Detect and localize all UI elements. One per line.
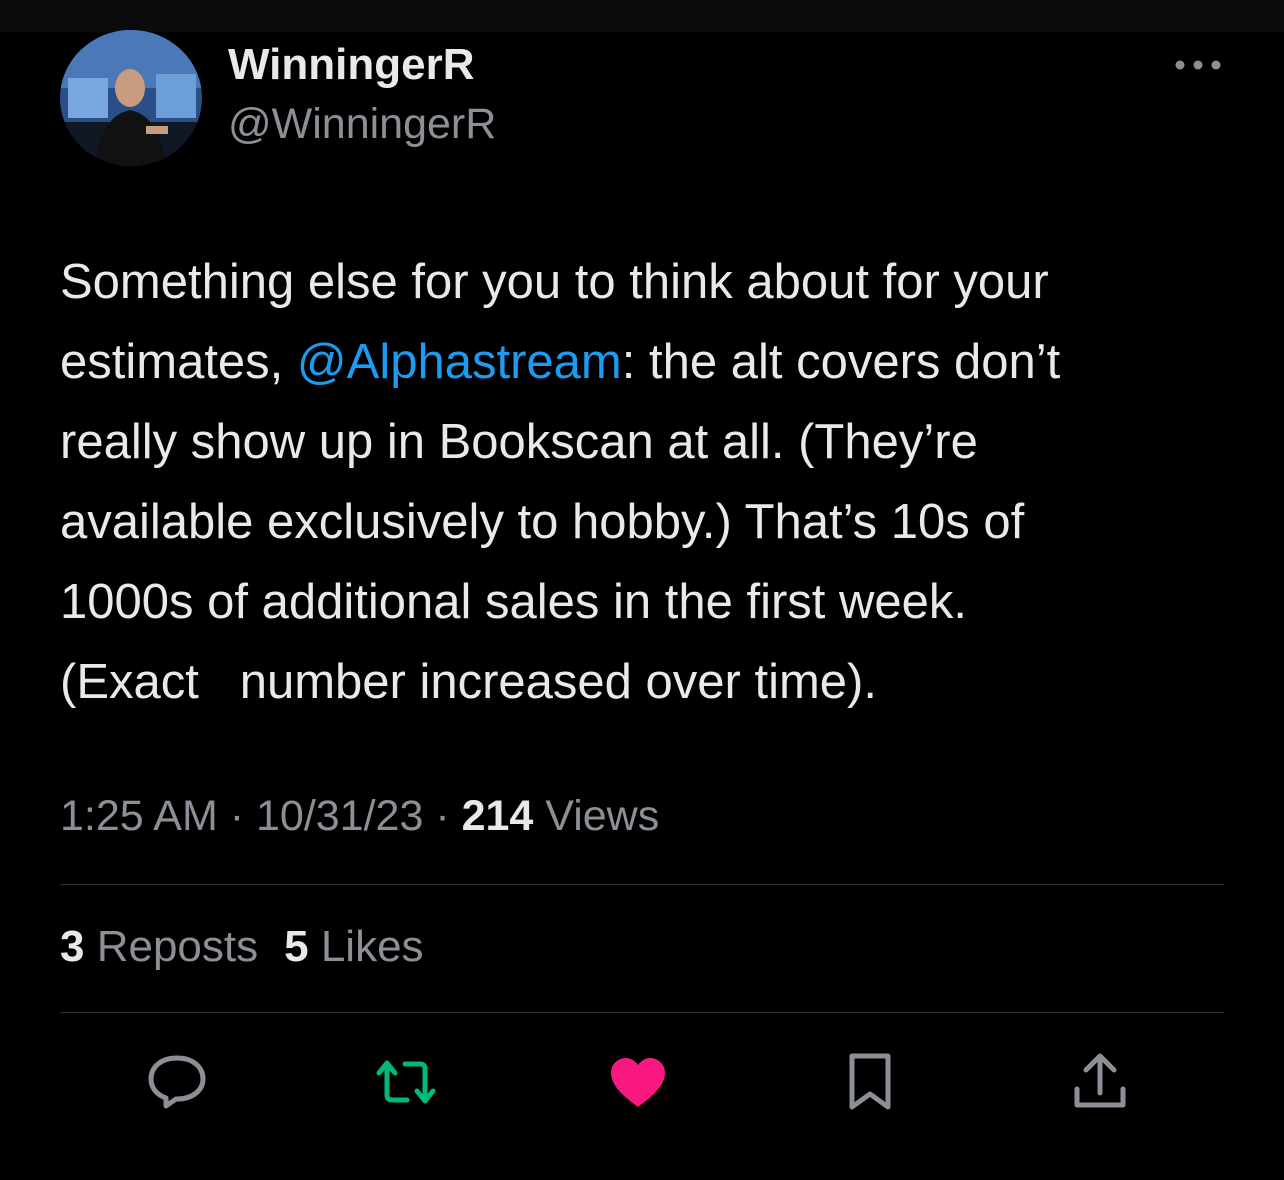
like-button[interactable] (602, 1046, 674, 1118)
reply-button[interactable] (141, 1046, 213, 1118)
reposts-stat[interactable]: 3 Reposts (60, 922, 258, 971)
avatar-photo (60, 30, 202, 166)
repost-arrows-icon (376, 1060, 436, 1104)
divider (60, 1012, 1224, 1013)
heart-icon (611, 1058, 665, 1107)
meta-separator: · (217, 792, 256, 840)
repost-button[interactable] (370, 1046, 442, 1118)
speech-bubble-icon (148, 1055, 206, 1109)
tweet-text-part: : the alt covers don’t really show up in… (60, 335, 1061, 709)
likes-stat[interactable]: 5 Likes (284, 922, 423, 971)
views-count: 214 (461, 792, 534, 840)
share-button[interactable] (1064, 1046, 1136, 1118)
reposts-label: Reposts (84, 922, 259, 971)
more-options-icon[interactable] (1170, 50, 1226, 80)
mention-link[interactable]: @Alphastream (297, 335, 622, 389)
user-handle[interactable]: @WinningerR (228, 100, 496, 149)
views-label: Views (533, 792, 660, 840)
likes-count: 5 (284, 922, 309, 971)
reposts-count: 3 (60, 922, 85, 971)
divider (60, 884, 1224, 885)
meta-separator: · (423, 792, 462, 840)
engagement-stats: 3 Reposts 5 Likes (60, 922, 424, 972)
display-name[interactable]: WinningerR (228, 40, 474, 90)
bookmark-icon (849, 1053, 891, 1110)
top-bar (0, 0, 1284, 32)
tweet-date[interactable]: 10/31/23 (256, 792, 423, 840)
avatar[interactable] (60, 30, 202, 166)
tweet-meta: 1:25 AM · 10/31/23 · 214 Views (60, 792, 659, 841)
tweet-time[interactable]: 1:25 AM (60, 792, 218, 840)
likes-label: Likes (308, 922, 424, 971)
share-upload-icon (1074, 1053, 1126, 1108)
bookmark-button[interactable] (834, 1046, 906, 1118)
tweet-text: Something else for you to think about fo… (60, 242, 1240, 722)
